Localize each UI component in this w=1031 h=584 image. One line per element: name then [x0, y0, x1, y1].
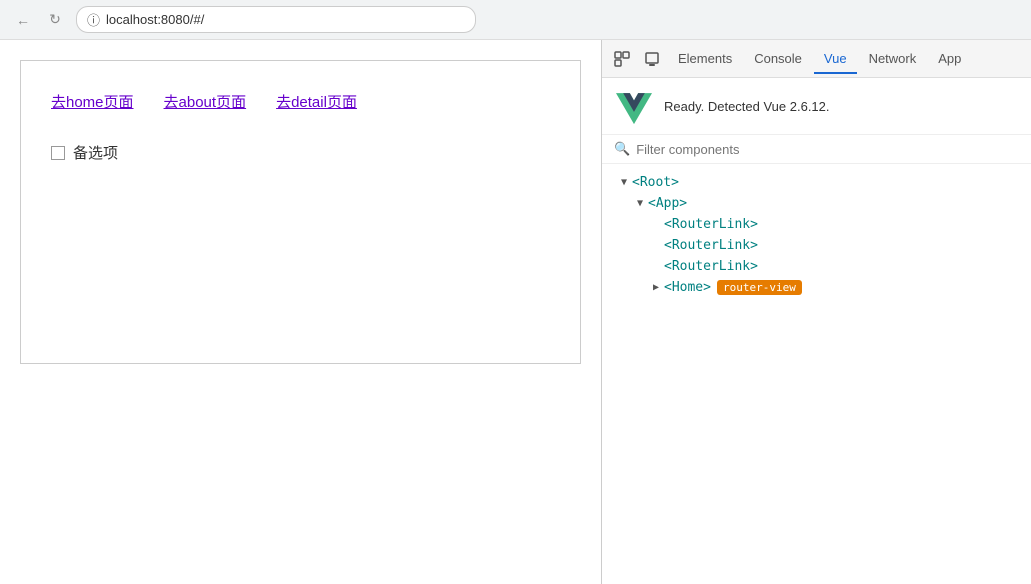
filter-bar: 🔍: [602, 135, 1031, 164]
tree-tag-rl2: <RouterLink>: [664, 238, 758, 253]
tab-network[interactable]: Network: [859, 45, 927, 74]
devtools-panel: Elements Console Vue Network App Ready. …: [601, 40, 1031, 584]
devtools-icon-btn-2[interactable]: [638, 45, 666, 73]
tree-arrow-root: ▼: [616, 177, 632, 188]
address-bar[interactable]: ⓘ localhost:8080/#/: [76, 6, 476, 33]
browser-bar: ← ↻ ⓘ localhost:8080/#/: [0, 0, 1031, 40]
nav-links: 去home页面 去about页面 去detail页面: [51, 91, 550, 112]
filter-search-icon: 🔍: [614, 141, 630, 157]
tree-arrow-home: ▶: [648, 282, 664, 293]
page-area: 去home页面 去about页面 去detail页面 备选项: [0, 40, 601, 584]
vue-header: Ready. Detected Vue 2.6.12.: [602, 78, 1031, 135]
url-text: localhost:8080/#/: [106, 12, 204, 27]
filter-input[interactable]: [636, 142, 1019, 157]
nav-link-detail[interactable]: 去detail页面: [276, 91, 357, 112]
devtools-tabs: Elements Console Vue Network App: [602, 40, 1031, 78]
devtools-icon-btn-1[interactable]: [608, 45, 636, 73]
router-view-badge: router-view: [717, 280, 802, 295]
tree-item-app[interactable]: ▼ <App>: [602, 193, 1031, 214]
info-icon: ⓘ: [87, 10, 100, 29]
tree-tag-app: <App>: [648, 196, 687, 211]
reload-button[interactable]: ↻: [44, 9, 66, 31]
back-button[interactable]: ←: [12, 9, 34, 31]
tree-item-routerlink-3[interactable]: <RouterLink>: [602, 256, 1031, 277]
nav-link-about[interactable]: 去about页面: [164, 91, 247, 112]
tree-item-routerlink-1[interactable]: <RouterLink>: [602, 214, 1031, 235]
tree-item-root[interactable]: ▼ <Root>: [602, 172, 1031, 193]
tree-tag-rl3: <RouterLink>: [664, 259, 758, 274]
tree-item-routerlink-2[interactable]: <RouterLink>: [602, 235, 1031, 256]
nav-link-home[interactable]: 去home页面: [51, 91, 134, 112]
checkbox[interactable]: [51, 146, 65, 160]
checkbox-label: 备选项: [73, 142, 118, 163]
component-tree: ▼ <Root> ▼ <App> <RouterLink> <RouterLin…: [602, 164, 1031, 584]
vue-logo: [616, 88, 652, 124]
checkbox-row: 备选项: [51, 142, 550, 163]
page-frame: 去home页面 去about页面 去detail页面 备选项: [20, 60, 581, 364]
tree-tag-root: <Root>: [632, 175, 679, 190]
tree-arrow-app: ▼: [632, 198, 648, 209]
tab-vue[interactable]: Vue: [814, 45, 857, 74]
tree-tag-home: <Home>: [664, 280, 711, 295]
tree-tag-rl1: <RouterLink>: [664, 217, 758, 232]
vue-status-text: Ready. Detected Vue 2.6.12.: [664, 99, 830, 114]
tab-app[interactable]: App: [928, 45, 971, 74]
tab-elements[interactable]: Elements: [668, 45, 742, 74]
main-content: 去home页面 去about页面 去detail页面 备选项: [0, 40, 1031, 584]
tree-item-home[interactable]: ▶ <Home> router-view: [602, 277, 1031, 298]
vue-devtools: Ready. Detected Vue 2.6.12. 🔍 ▼ <Root> ▼…: [602, 78, 1031, 584]
tab-console[interactable]: Console: [744, 45, 812, 74]
